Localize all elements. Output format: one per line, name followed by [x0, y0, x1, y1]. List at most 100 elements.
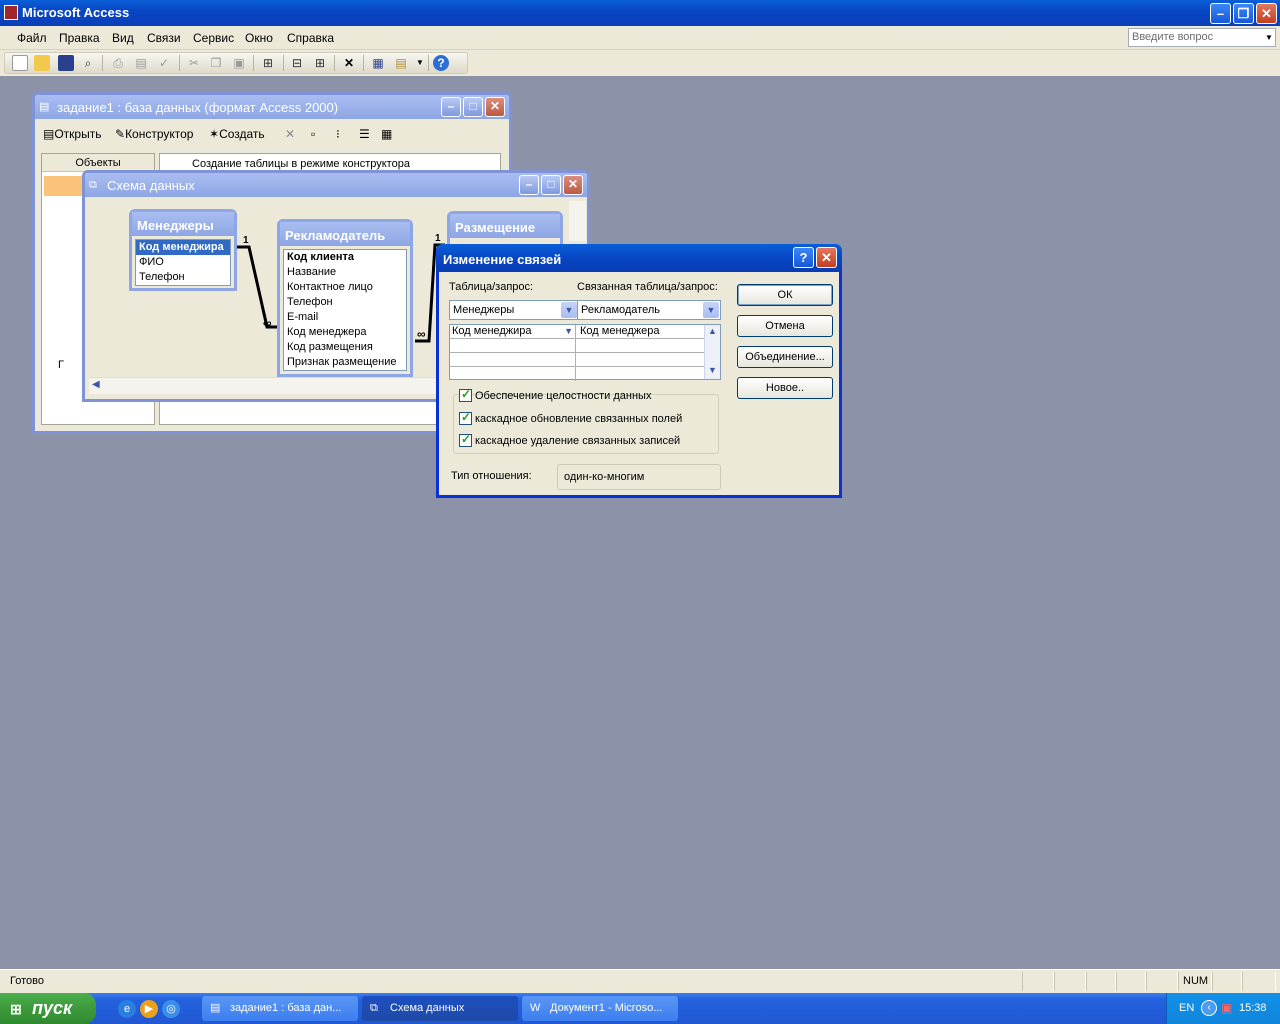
chevron-up-icon[interactable]: ▲	[708, 326, 717, 336]
field-item[interactable]: Телефон	[136, 270, 230, 285]
grid-cell-left[interactable]	[450, 353, 576, 367]
grid-scrollbar[interactable]: ▲ ▼	[704, 325, 720, 379]
minimize-button[interactable]: –	[1210, 3, 1231, 24]
table-row[interactable]	[450, 353, 704, 367]
chevron-left-icon[interactable]: ‹	[1201, 1000, 1217, 1016]
field-item[interactable]: Код менеджира	[136, 240, 230, 255]
internet-explorer-icon[interactable]: e	[118, 1000, 136, 1018]
print-preview-icon[interactable]: ▤	[133, 55, 149, 71]
menu-edit[interactable]: Правка	[59, 31, 100, 45]
chevron-down-icon[interactable]: ▼	[703, 302, 719, 318]
design-button[interactable]: ✎ Конструктор	[115, 127, 193, 141]
table-row[interactable]: Код менеджира ▼ Код менеджера	[450, 325, 704, 339]
chevron-down-icon[interactable]: ▼	[708, 365, 717, 375]
menu-help[interactable]: Справка	[287, 31, 334, 45]
grid-cell-right[interactable]	[578, 367, 704, 381]
checkbox-checked[interactable]	[459, 410, 472, 425]
menu-relations[interactable]: Связи	[147, 31, 181, 45]
minimize-button[interactable]: –	[519, 175, 539, 195]
large-icons-icon[interactable]: ▫	[311, 127, 315, 141]
field-item[interactable]: Название	[284, 265, 406, 280]
table-row[interactable]	[450, 339, 704, 353]
search-icon[interactable]: ⌕	[80, 55, 96, 71]
minimize-button[interactable]: –	[441, 97, 461, 117]
grid-cell-left[interactable]	[450, 367, 576, 381]
ok-button[interactable]: ОК	[737, 284, 833, 306]
field-item[interactable]: Контактное лицо	[284, 280, 406, 295]
chevron-left-icon[interactable]: ◀	[92, 379, 100, 390]
menu-file[interactable]: Файл	[17, 31, 47, 45]
cancel-button[interactable]: Отмена	[737, 315, 833, 337]
delete-icon[interactable]: ✕	[341, 55, 357, 71]
new-icon[interactable]	[12, 55, 28, 71]
field-item[interactable]: Код клиента	[284, 250, 406, 265]
table-row[interactable]	[450, 367, 704, 381]
integrity-checkbox[interactable]: Обеспечение целостности данных	[459, 387, 651, 402]
paste-icon[interactable]: ▣	[231, 55, 247, 71]
menu-view[interactable]: Вид	[112, 31, 134, 45]
direct-relations-icon[interactable]: ⊟	[289, 55, 305, 71]
browser-icon[interactable]: ◎	[162, 1000, 180, 1018]
relationship-line-managers[interactable]	[237, 245, 277, 329]
vertical-scrollbar[interactable]	[569, 201, 586, 241]
menu-tools[interactable]: Сервис	[193, 31, 234, 45]
access-app-icon[interactable]	[4, 5, 18, 20]
objects-tables-item[interactable]	[44, 176, 82, 196]
maximize-button[interactable]: □	[463, 97, 483, 117]
field-item[interactable]: Признак размещение	[284, 355, 406, 370]
list-icon[interactable]: ☰	[359, 127, 370, 141]
task-database[interactable]: ▤ задание1 : база дан...	[202, 996, 358, 1021]
close-button[interactable]: ✕	[816, 247, 837, 268]
all-relations-icon[interactable]: ⊞	[312, 55, 328, 71]
table-advertiser[interactable]: Рекламодатель Код клиента Название Конта…	[277, 219, 413, 377]
related-table-select[interactable]: Рекламодатель ▼	[577, 300, 721, 320]
media-player-icon[interactable]: ▶	[140, 1000, 158, 1018]
field-item[interactable]: Код размещения	[284, 340, 406, 355]
copy-icon[interactable]: ❐	[208, 55, 224, 71]
close-button[interactable]: ✕	[563, 175, 583, 195]
checkbox-checked[interactable]	[459, 432, 472, 447]
start-button[interactable]: ⊞ пуск	[0, 993, 96, 1024]
help-icon[interactable]: ?	[433, 55, 449, 71]
ask-question-input[interactable]: Введите вопрос ▼	[1128, 28, 1276, 47]
database-window-icon[interactable]: ▦	[370, 55, 386, 71]
save-icon[interactable]	[58, 55, 74, 71]
network-icon[interactable]: ▣	[1221, 1001, 1232, 1015]
spelling-icon[interactable]: ✓	[156, 55, 172, 71]
table-managers[interactable]: Менеджеры Код менеджира ФИО Телефон	[129, 209, 237, 291]
field-item[interactable]: Код менеджера	[284, 325, 406, 340]
cut-icon[interactable]: ✂	[186, 55, 202, 71]
grid-cell-left[interactable]	[450, 339, 576, 353]
add-table-icon[interactable]: ⊞	[260, 55, 276, 71]
maximize-button[interactable]: □	[541, 175, 561, 195]
restore-button[interactable]: ❐	[1233, 3, 1254, 24]
create-new-button[interactable]: Новое..	[737, 377, 833, 399]
grid-cell-right[interactable]	[578, 339, 704, 353]
delete-icon[interactable]: ✕	[285, 127, 295, 141]
small-icons-icon[interactable]: ⁝	[336, 127, 340, 141]
chevron-down-icon[interactable]: ▼	[561, 302, 577, 318]
cascade-delete-checkbox[interactable]: каскадное удаление связанных записей	[459, 432, 680, 447]
list-item[interactable]: Создание таблицы в режиме конструктора	[192, 158, 410, 170]
details-icon[interactable]: ▦	[381, 127, 392, 141]
menu-window[interactable]: Окно	[245, 31, 273, 45]
grid-cell-right[interactable]	[578, 353, 704, 367]
chevron-down-icon[interactable]: ▼	[564, 325, 573, 338]
help-button[interactable]: ?	[793, 247, 814, 268]
close-button[interactable]: ✕	[1256, 3, 1277, 24]
grid-cell-left[interactable]: Код менеджира ▼	[450, 325, 576, 339]
checkbox-checked[interactable]	[459, 387, 472, 402]
chevron-down-icon[interactable]: ▼	[1263, 29, 1275, 46]
task-relationships[interactable]: ⧉ Схема данных	[362, 996, 518, 1021]
grid-cell-right[interactable]: Код менеджера	[578, 325, 704, 339]
new-object-icon[interactable]: ▤	[393, 55, 409, 71]
create-button[interactable]: ✶ Создать	[209, 127, 265, 141]
task-word[interactable]: W Документ1 - Microso...	[522, 996, 678, 1021]
field-item[interactable]: E-mail	[284, 310, 406, 325]
chevron-down-icon[interactable]: ▼	[412, 55, 428, 71]
open-button[interactable]: ▤ Открыть	[43, 127, 101, 141]
close-button[interactable]: ✕	[485, 97, 505, 117]
open-icon[interactable]	[34, 55, 50, 71]
cascade-update-checkbox[interactable]: каскадное обновление связанных полей	[459, 410, 682, 425]
print-icon[interactable]: ⎙	[110, 55, 126, 71]
